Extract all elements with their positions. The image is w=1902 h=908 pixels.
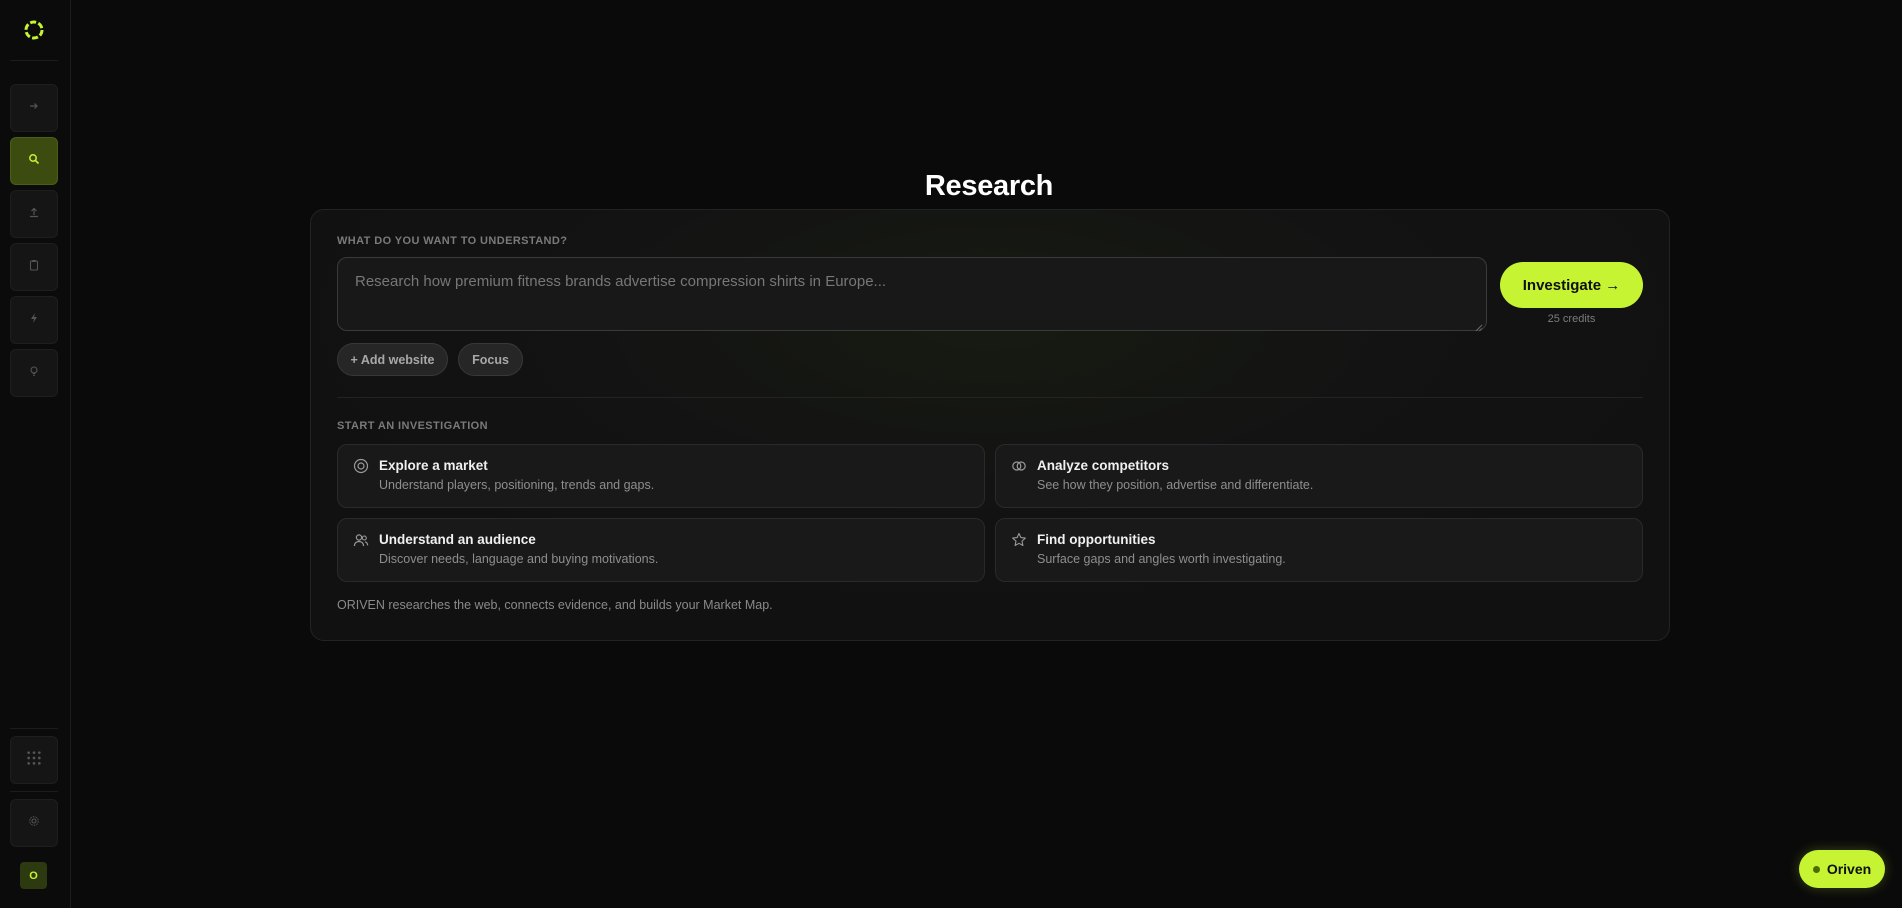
apps-button[interactable] bbox=[10, 736, 58, 784]
oriven-logo-icon[interactable] bbox=[22, 18, 46, 42]
bolt-icon bbox=[28, 311, 40, 329]
resize-grip-icon[interactable] bbox=[1475, 319, 1483, 332]
footer-note: ORIVEN researches the web, connects evid… bbox=[337, 598, 773, 612]
option-title: Explore a market bbox=[379, 458, 488, 473]
status-dot-icon bbox=[1812, 865, 1820, 873]
sidebar-divider bbox=[10, 791, 58, 792]
assistant-label: Oriven bbox=[1826, 861, 1872, 877]
option-understand-audience[interactable]: Understand an audience Discover needs, l… bbox=[337, 518, 985, 582]
nav-insights-button[interactable] bbox=[10, 349, 58, 397]
avatar[interactable]: O bbox=[20, 862, 47, 889]
apps-grid-icon bbox=[26, 750, 42, 771]
research-prompt-box bbox=[337, 257, 1487, 332]
option-explore-market[interactable]: Explore a market Understand players, pos… bbox=[337, 444, 985, 508]
app-root: O Research WHAT DO YOU WANT TO UNDERSTAN… bbox=[0, 0, 1902, 908]
option-description: Discover needs, language and buying moti… bbox=[379, 552, 659, 566]
target-icon bbox=[353, 458, 369, 474]
arrow-right-icon bbox=[28, 99, 40, 117]
search-icon bbox=[28, 152, 40, 170]
research-prompt-input[interactable] bbox=[338, 258, 1486, 330]
focus-button[interactable]: Focus bbox=[458, 343, 523, 376]
upload-icon bbox=[28, 205, 40, 223]
option-description: Understand players, positioning, trends … bbox=[379, 478, 655, 492]
page-title: Research bbox=[924, 170, 1054, 202]
lightbulb-icon bbox=[28, 364, 40, 382]
collapse-sidebar-button[interactable] bbox=[10, 84, 58, 132]
option-title: Find opportunities bbox=[1037, 532, 1156, 547]
settings-icon bbox=[28, 814, 40, 832]
prompt-label: WHAT DO YOU WANT TO UNDERSTAND? bbox=[337, 235, 568, 247]
credits-cost: 25 credits bbox=[1547, 313, 1596, 325]
nav-clipboard-button[interactable] bbox=[10, 243, 58, 291]
nav-bolt-button[interactable] bbox=[10, 296, 58, 344]
sidebar: O bbox=[0, 0, 71, 908]
option-title: Understand an audience bbox=[379, 532, 536, 547]
add-website-button[interactable]: + Add website bbox=[337, 343, 448, 376]
option-find-opportunities[interactable]: Find opportunities Surface gaps and angl… bbox=[995, 518, 1643, 582]
sidebar-divider bbox=[10, 728, 58, 729]
sidebar-divider bbox=[10, 60, 58, 61]
clipboard-icon bbox=[28, 258, 40, 276]
option-analyze-competitors[interactable]: Analyze competitors See how they positio… bbox=[995, 444, 1643, 508]
star-icon bbox=[1011, 532, 1027, 548]
nav-research-button[interactable] bbox=[10, 137, 58, 185]
start-investigation-label: START AN INVESTIGATION bbox=[337, 420, 488, 432]
section-divider bbox=[337, 397, 1643, 398]
option-title: Analyze competitors bbox=[1037, 458, 1170, 473]
avatar-initial: O bbox=[29, 869, 38, 882]
option-description: Surface gaps and angles worth investigat… bbox=[1037, 552, 1286, 566]
users-icon bbox=[353, 532, 369, 548]
research-card: WHAT DO YOU WANT TO UNDERSTAND? Investig… bbox=[310, 209, 1670, 641]
settings-button[interactable] bbox=[10, 799, 58, 847]
nav-upload-button[interactable] bbox=[10, 190, 58, 238]
oriven-assistant-button[interactable]: Oriven bbox=[1799, 850, 1885, 888]
investigate-button[interactable]: Investigate → bbox=[1500, 262, 1643, 308]
option-description: See how they position, advertise and dif… bbox=[1037, 478, 1314, 492]
overlapping-circles-icon bbox=[1011, 458, 1027, 474]
